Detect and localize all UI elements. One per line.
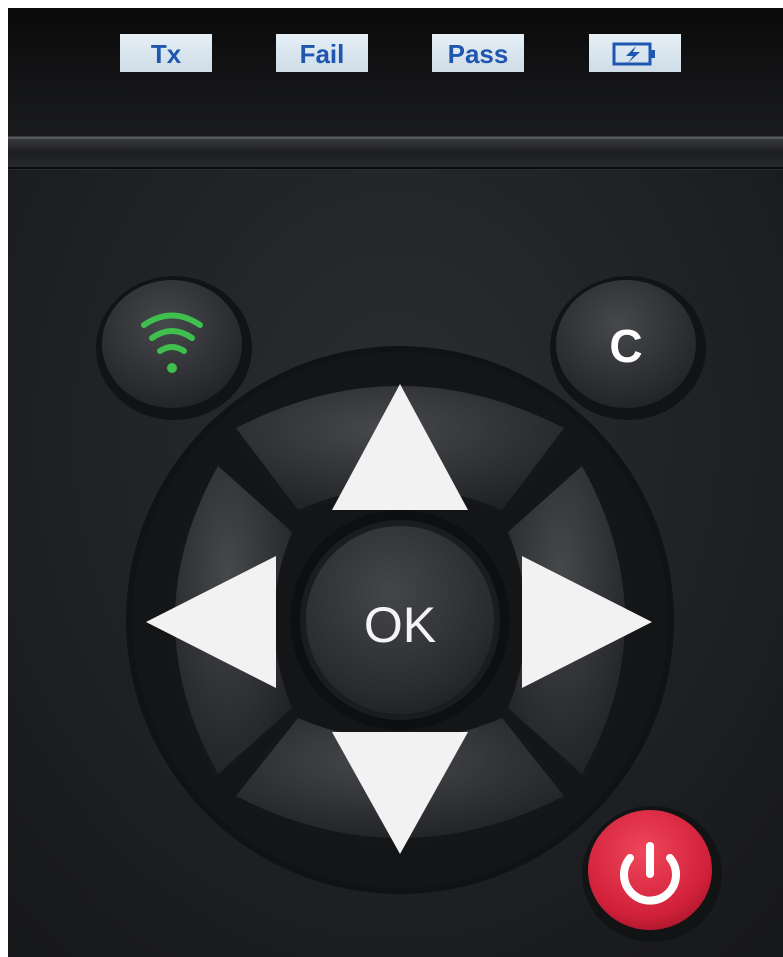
power-button[interactable] <box>582 806 722 942</box>
tpms-tool-keypad: Tx Fail Pass C OK <box>8 8 783 957</box>
indicator-fail-label: Fail <box>300 39 345 69</box>
panel-ridge <box>8 136 783 170</box>
indicator-fail: Fail <box>276 34 368 72</box>
ok-button-label: OK <box>364 597 436 653</box>
indicator-pass-label: Pass <box>448 39 509 69</box>
wireless-button[interactable] <box>96 276 252 420</box>
clear-button-label: C <box>609 320 642 372</box>
clear-button[interactable]: C <box>550 276 706 420</box>
indicator-tx: Tx <box>120 34 212 72</box>
indicator-tx-label: Tx <box>151 39 182 69</box>
indicator-battery <box>589 34 681 72</box>
ok-button[interactable]: OK <box>290 510 510 730</box>
indicator-pass: Pass <box>432 34 524 72</box>
